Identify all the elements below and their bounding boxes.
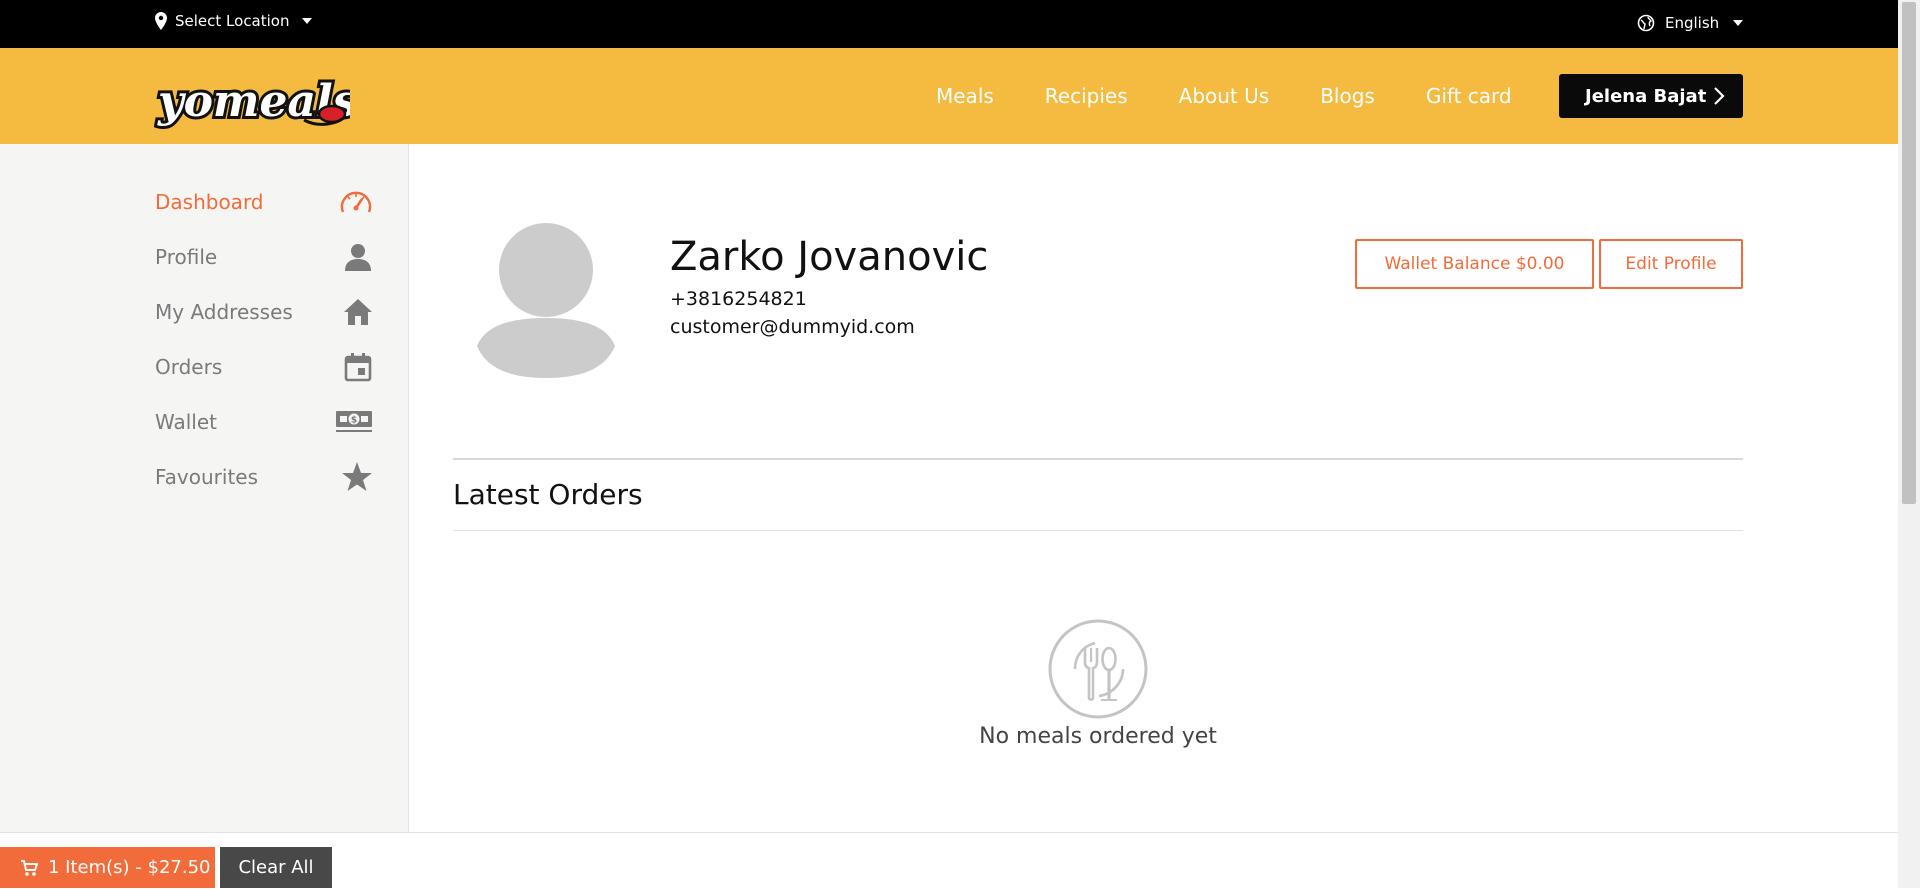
profile-name: Zarko Jovanovic xyxy=(670,234,989,280)
user-name: Jelena Bajat xyxy=(1585,85,1707,107)
nav-blogs[interactable]: Blogs xyxy=(1320,84,1375,108)
nav-meals[interactable]: Meals xyxy=(936,84,994,108)
language-label: English xyxy=(1665,14,1720,32)
nav-recipies[interactable]: Recipies xyxy=(1045,84,1128,108)
money-icon: $ xyxy=(336,411,372,432)
main-header: yomeals Meals Recipies About Us Blogs Gi… xyxy=(0,48,1898,144)
svg-text:$: $ xyxy=(351,416,357,426)
nav-about-us[interactable]: About Us xyxy=(1179,84,1270,108)
home-icon xyxy=(344,299,372,325)
sidebar-item-wallet[interactable]: Wallet $ xyxy=(155,402,373,442)
sidebar-item-label: Wallet xyxy=(155,410,218,434)
chevron-right-icon xyxy=(1714,87,1725,105)
main-nav: Meals Recipies About Us Blogs Gift card xyxy=(936,84,1563,108)
chevron-down-icon xyxy=(1733,20,1744,26)
yomeals-logo[interactable]: yomeals xyxy=(154,58,360,142)
user-account-button[interactable]: Jelena Bajat xyxy=(1559,74,1743,118)
globe-icon xyxy=(1637,14,1655,32)
divider xyxy=(453,458,1743,460)
calendar-icon xyxy=(344,353,372,382)
sidebar-item-my-addresses[interactable]: My Addresses xyxy=(155,292,373,332)
latest-orders-title: Latest Orders xyxy=(453,478,643,511)
cart-summary-label: 1 Item(s) - $27.50 xyxy=(48,857,211,878)
empty-orders-text: No meals ordered yet xyxy=(979,724,1217,749)
profile-phone: +3816254821 xyxy=(670,288,807,310)
sidebar-item-label: Profile xyxy=(155,245,218,269)
sidebar-item-orders[interactable]: Orders xyxy=(155,347,373,387)
wallet-balance-button[interactable]: Wallet Balance $0.00 xyxy=(1355,239,1594,289)
divider xyxy=(453,530,1743,531)
star-icon xyxy=(342,462,372,491)
speedometer-icon xyxy=(340,191,372,213)
empty-orders-message: No meals ordered yet xyxy=(0,724,1920,749)
sidebar-item-label: Orders xyxy=(155,355,223,379)
clear-all-button[interactable]: Clear All xyxy=(220,847,332,888)
profile-email: customer@dummyid.com xyxy=(670,316,915,338)
language-selector[interactable]: English xyxy=(1637,14,1744,32)
avatar-placeholder-icon xyxy=(477,223,615,378)
avatar xyxy=(475,222,617,380)
user-icon xyxy=(345,244,371,271)
chevron-down-icon xyxy=(301,18,312,24)
fork-spoon-icon xyxy=(1047,618,1149,724)
edit-profile-button[interactable]: Edit Profile xyxy=(1599,239,1743,289)
sidebar-item-profile[interactable]: Profile xyxy=(155,237,373,277)
nav-gift-card[interactable]: Gift card xyxy=(1426,84,1512,108)
location-label: Select Location xyxy=(175,12,290,30)
cart-summary-button[interactable]: 1 Item(s) - $27.50 xyxy=(0,847,215,888)
sidebar-item-label: Favourites xyxy=(155,465,259,489)
sidebar-item-dashboard[interactable]: Dashboard xyxy=(155,182,373,222)
cart-icon xyxy=(21,859,38,876)
sidebar-item-favourites[interactable]: Favourites xyxy=(155,457,373,497)
top-bar: Select Location English xyxy=(0,0,1898,48)
map-pin-icon xyxy=(155,12,167,30)
location-selector[interactable]: Select Location xyxy=(155,12,312,30)
sidebar-item-label: Dashboard xyxy=(155,190,264,214)
page-scrollbar-thumb[interactable] xyxy=(1902,2,1916,504)
sidebar-item-label: My Addresses xyxy=(155,300,293,324)
